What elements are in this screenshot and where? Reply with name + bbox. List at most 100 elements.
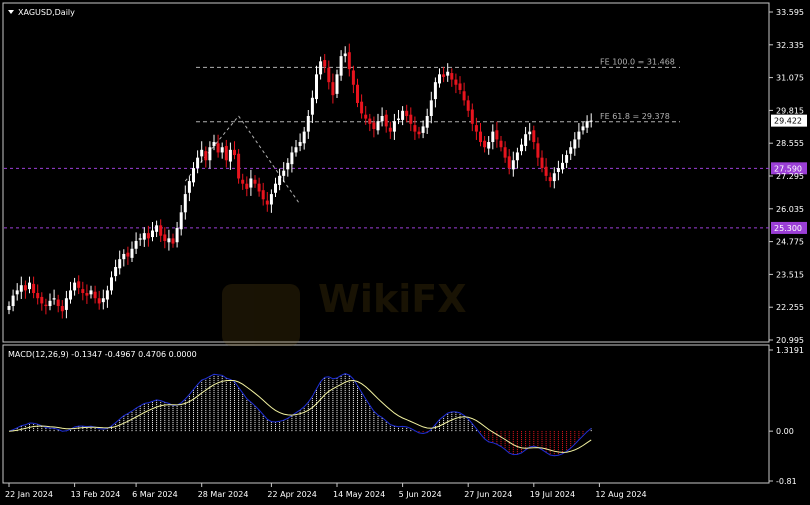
watermark-logo: WikiFX bbox=[222, 277, 467, 346]
candle-body bbox=[253, 179, 257, 184]
candle-body bbox=[454, 79, 458, 85]
macd-tick-label: 1.3191 bbox=[776, 346, 804, 355]
macd-tick-label: -0.81 bbox=[776, 477, 797, 486]
candle-body bbox=[192, 168, 195, 183]
time-tick-label: 13 Feb 2024 bbox=[71, 490, 121, 499]
candle-body bbox=[495, 130, 499, 140]
candle-body bbox=[339, 56, 343, 76]
candle-body bbox=[429, 100, 433, 116]
candle-body bbox=[446, 71, 450, 76]
candle-body bbox=[101, 298, 105, 303]
candle-body bbox=[368, 118, 372, 124]
candle-body bbox=[323, 60, 327, 67]
candle-body bbox=[462, 91, 466, 101]
candle-body bbox=[73, 282, 77, 291]
candle-body bbox=[479, 131, 482, 143]
candle-body bbox=[278, 175, 282, 185]
price-tick-label: 32.335 bbox=[776, 41, 804, 50]
candle-body bbox=[425, 115, 429, 128]
time-tick-label: 14 May 2024 bbox=[333, 490, 385, 499]
candle-body bbox=[466, 100, 470, 111]
candle-body bbox=[171, 238, 175, 244]
candle-body bbox=[577, 131, 581, 140]
candle-body bbox=[552, 173, 556, 182]
candle-body bbox=[274, 183, 277, 193]
candle-body bbox=[122, 253, 126, 260]
time-tick-label: 28 Mar 2024 bbox=[198, 490, 249, 499]
candle-body bbox=[503, 147, 507, 158]
candle-body bbox=[290, 152, 294, 165]
price-tick-label: 24.775 bbox=[776, 238, 804, 247]
candle-body bbox=[224, 145, 228, 161]
candle-body bbox=[356, 84, 359, 103]
candle-body bbox=[269, 194, 273, 205]
candle-body bbox=[319, 61, 323, 75]
macd-histogram bbox=[12, 373, 592, 456]
candle-body bbox=[392, 121, 396, 132]
candle-body bbox=[397, 118, 400, 120]
candle-body bbox=[327, 67, 331, 83]
candle-body bbox=[388, 127, 392, 132]
candle-body bbox=[540, 157, 544, 169]
horizontal-levels: 27.59025.300 bbox=[4, 162, 807, 234]
candle-body bbox=[458, 83, 462, 90]
candle-body bbox=[376, 121, 380, 131]
candle-body bbox=[524, 134, 528, 146]
candle-body bbox=[93, 291, 97, 299]
candle-body bbox=[204, 151, 208, 161]
svg-text:WikiFX: WikiFX bbox=[318, 277, 467, 321]
candle-body bbox=[438, 74, 441, 84]
candle-body bbox=[126, 252, 130, 257]
candle-body bbox=[417, 131, 421, 135]
time-axis: 22 Jan 2024 13 Feb 2024 6 Mar 2024 28 Mar 2… bbox=[5, 483, 647, 499]
candle-body bbox=[532, 130, 536, 143]
candle-body bbox=[474, 125, 478, 132]
candle-body bbox=[450, 73, 454, 80]
time-tick-label: 12 Aug 2024 bbox=[595, 490, 646, 499]
candle-body bbox=[110, 277, 113, 291]
candle-body bbox=[401, 110, 405, 120]
candle-body bbox=[233, 149, 236, 156]
candle-body bbox=[163, 234, 167, 241]
price-axis: 33.595 32.335 31.075 29.815 28.555 27.295 26.0… bbox=[769, 8, 807, 345]
candle-body bbox=[548, 177, 552, 182]
candle-body bbox=[520, 144, 523, 152]
candle-body bbox=[507, 156, 511, 169]
price-tick-label: 29.815 bbox=[776, 106, 804, 115]
candlestick-series bbox=[7, 43, 593, 319]
candle-body bbox=[261, 190, 265, 200]
candle-body bbox=[573, 139, 577, 149]
candle-body bbox=[491, 131, 495, 143]
candle-body bbox=[310, 97, 314, 115]
candle-body bbox=[245, 183, 249, 189]
price-tick-label: 20.995 bbox=[776, 336, 804, 345]
candle-body bbox=[32, 283, 36, 294]
candle-body bbox=[15, 290, 19, 295]
candle-body bbox=[470, 109, 474, 124]
candle-body bbox=[114, 266, 118, 277]
candle-body bbox=[257, 183, 261, 192]
candle-body bbox=[237, 153, 241, 179]
candle-body bbox=[155, 225, 159, 232]
candle-body bbox=[11, 295, 15, 307]
candle-body bbox=[69, 290, 72, 300]
candle-body bbox=[409, 114, 413, 124]
candle-body bbox=[421, 126, 425, 133]
dropdown-icon[interactable] bbox=[8, 10, 14, 14]
candle-body bbox=[212, 142, 216, 146]
current-price-label: 29.422 bbox=[774, 117, 802, 126]
candle-body bbox=[565, 155, 569, 163]
candle-body bbox=[442, 74, 446, 77]
candle-body bbox=[569, 147, 573, 154]
price-tick-label: 23.515 bbox=[776, 270, 804, 279]
candle-body bbox=[384, 114, 388, 127]
price-tick-label: 28.555 bbox=[776, 139, 804, 148]
candle-body bbox=[40, 296, 44, 304]
candle-body bbox=[52, 298, 56, 300]
candle-body bbox=[544, 166, 548, 176]
candle-body bbox=[142, 233, 146, 240]
candle-body bbox=[77, 281, 81, 288]
candle-body bbox=[216, 143, 220, 153]
candle-body bbox=[138, 238, 142, 240]
candle-body bbox=[200, 149, 204, 157]
